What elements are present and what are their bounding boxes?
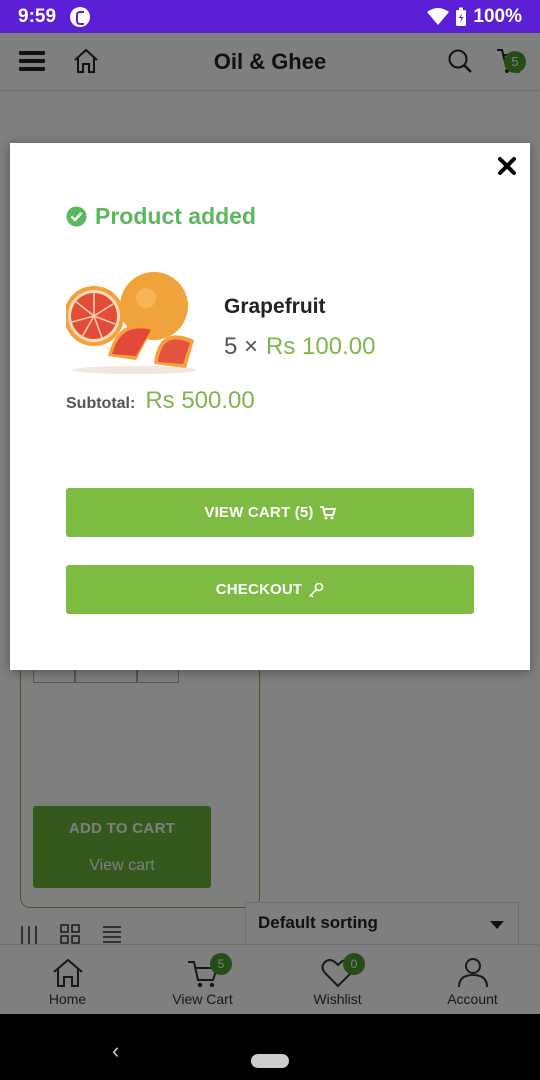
- product-added-text: Product added: [95, 203, 257, 229]
- quantity-text: 5 ×: [224, 333, 259, 360]
- close-icon[interactable]: [496, 155, 518, 177]
- wifi-icon: [427, 7, 450, 25]
- subtotal-label: Subtotal:: [66, 395, 136, 412]
- app-notification-icon: [70, 6, 91, 27]
- cart-icon: [319, 505, 336, 519]
- product-image: [66, 264, 203, 374]
- back-icon[interactable]: ‹: [112, 1038, 119, 1064]
- status-right: 100%: [427, 6, 522, 28]
- product-added-modal: Product added Grapefruit 5 × Rs 100.00 Su…: [10, 143, 530, 670]
- quantity-price-line: 5 × Rs 100.00: [224, 333, 375, 361]
- check-circle-icon: [66, 206, 87, 227]
- checkout-button[interactable]: CHECKOUT: [66, 565, 474, 614]
- product-added-status: Product added: [66, 203, 256, 230]
- status-time: 9:59: [18, 5, 57, 27]
- battery-icon: [456, 7, 467, 26]
- checkout-button-label: CHECKOUT: [215, 581, 303, 598]
- status-bar: 9:59 100%: [0, 0, 540, 33]
- home-pill[interactable]: [251, 1054, 289, 1068]
- unit-price: Rs 100.00: [266, 333, 376, 360]
- battery-percent: 100%: [473, 5, 522, 27]
- subtotal-value: Rs 500.00: [145, 387, 255, 414]
- product-name: Grapefruit: [224, 295, 326, 318]
- system-nav-bar: ‹: [0, 1014, 540, 1080]
- view-cart-button[interactable]: VIEW CART (5): [66, 488, 474, 537]
- key-icon: [309, 582, 324, 598]
- subtotal-row: Subtotal: Rs 500.00: [66, 387, 255, 415]
- view-cart-button-label: VIEW CART (5): [204, 504, 314, 521]
